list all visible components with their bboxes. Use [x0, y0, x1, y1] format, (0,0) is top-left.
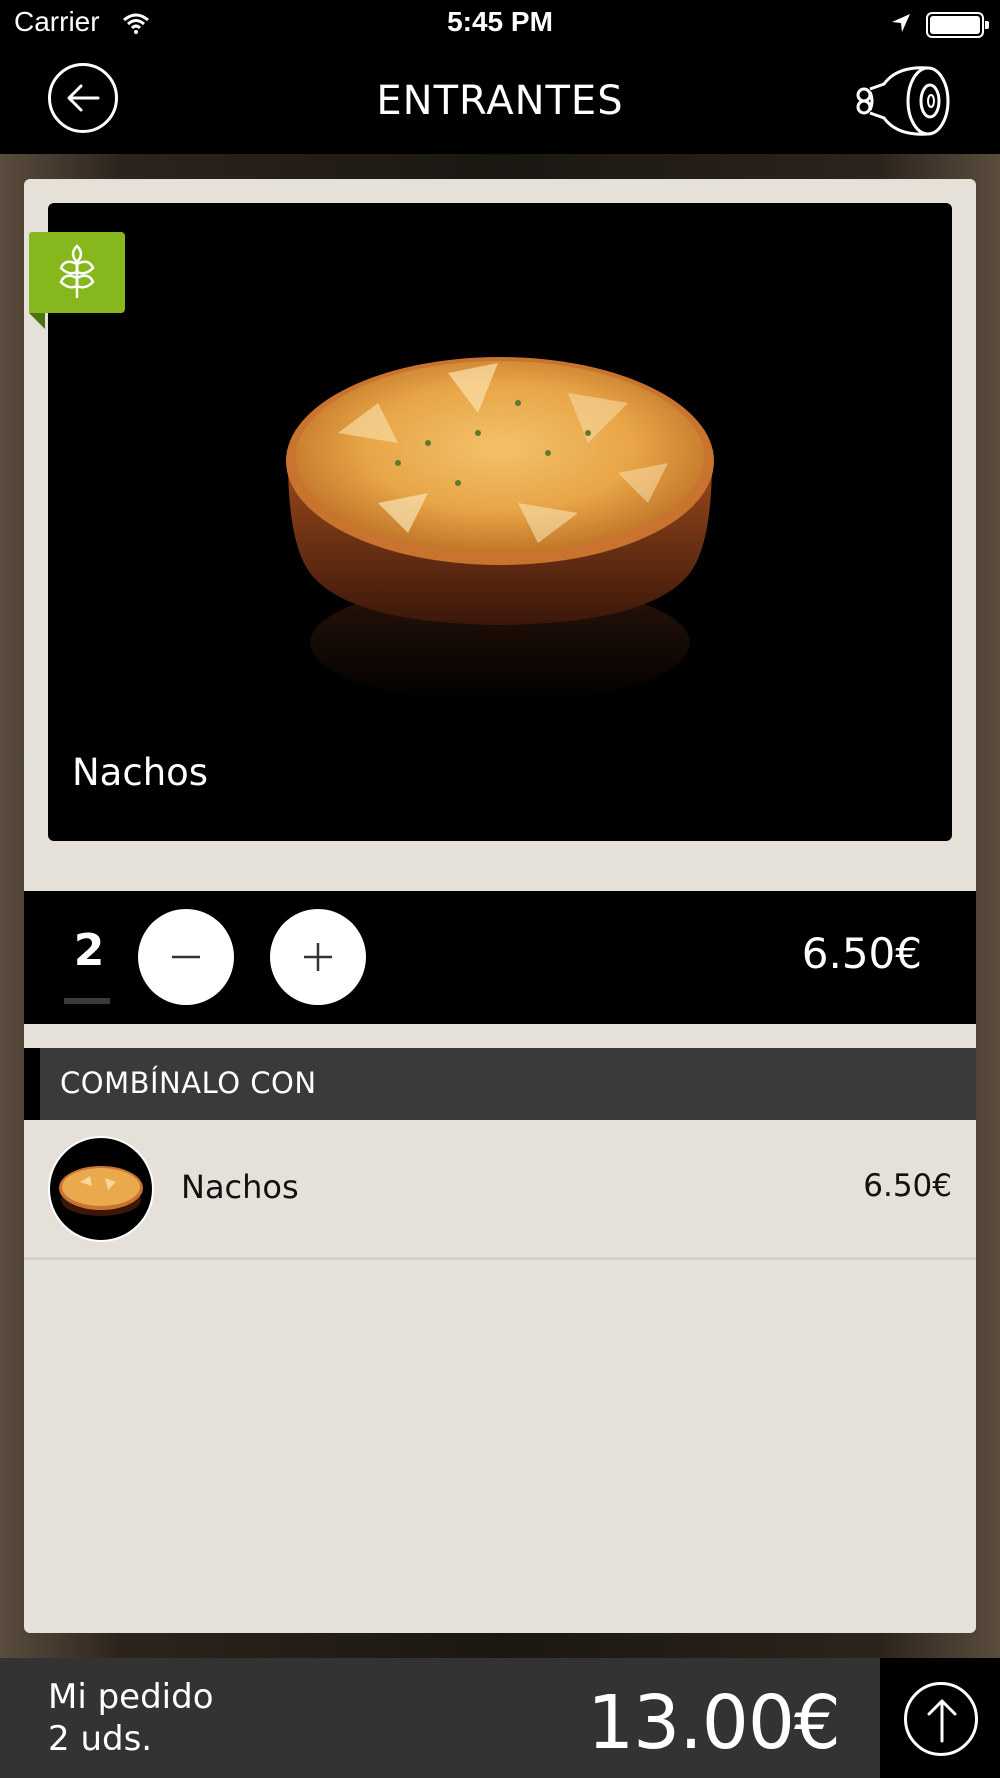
order-summary: Mi pedido 2 uds. — [48, 1676, 214, 1760]
product-photo — [286, 357, 714, 703]
battery-icon — [926, 12, 989, 38]
section-accent-bar — [24, 1048, 40, 1120]
combo-item-name: Nachos — [181, 1168, 299, 1206]
product-card: Nachos 2 6.50€ COMBÍNALO CON Nachos 6.50… — [24, 179, 976, 1633]
order-label: Mi pedido — [48, 1677, 214, 1717]
list-item[interactable]: Nachos 6.50€ — [24, 1120, 976, 1260]
combo-item-price: 6.50€ — [863, 1168, 952, 1204]
quantity-bar: 2 6.50€ — [24, 891, 976, 1024]
unit-price: 6.50€ — [801, 929, 922, 978]
minus-icon — [172, 955, 200, 959]
order-total: 13.00€ — [587, 1680, 841, 1766]
decrease-quantity-button[interactable] — [138, 909, 234, 1005]
order-units: 2 uds. — [48, 1719, 153, 1759]
arrow-up-circle — [904, 1682, 978, 1756]
combine-title: COMBÍNALO CON — [60, 1066, 317, 1100]
combine-section-header: COMBÍNALO CON — [24, 1048, 976, 1120]
status-bar: Carrier 5:45 PM — [0, 0, 1000, 50]
gluten-badge — [29, 232, 125, 329]
increase-quantity-button[interactable] — [270, 909, 366, 1005]
product-hero: Nachos — [48, 203, 952, 841]
product-name: Nachos — [72, 751, 209, 794]
expand-order-button[interactable] — [880, 1658, 1000, 1778]
location-arrow-icon — [890, 12, 912, 38]
clock: 5:45 PM — [447, 6, 553, 37]
order-footer[interactable]: Mi pedido 2 uds. 13.00€ — [0, 1658, 1000, 1778]
arrow-up-icon — [927, 1699, 957, 1743]
quantity-underline — [64, 998, 110, 1004]
wheat-gluten-icon — [59, 244, 95, 298]
ham-leg-icon[interactable] — [852, 62, 956, 144]
page-title: ENTRANTES — [376, 78, 624, 124]
plus-icon — [304, 943, 332, 971]
nav-bar: ENTRANTES — [0, 50, 1000, 154]
quantity-value: 2 — [73, 925, 105, 976]
combo-thumbnail — [48, 1136, 154, 1242]
